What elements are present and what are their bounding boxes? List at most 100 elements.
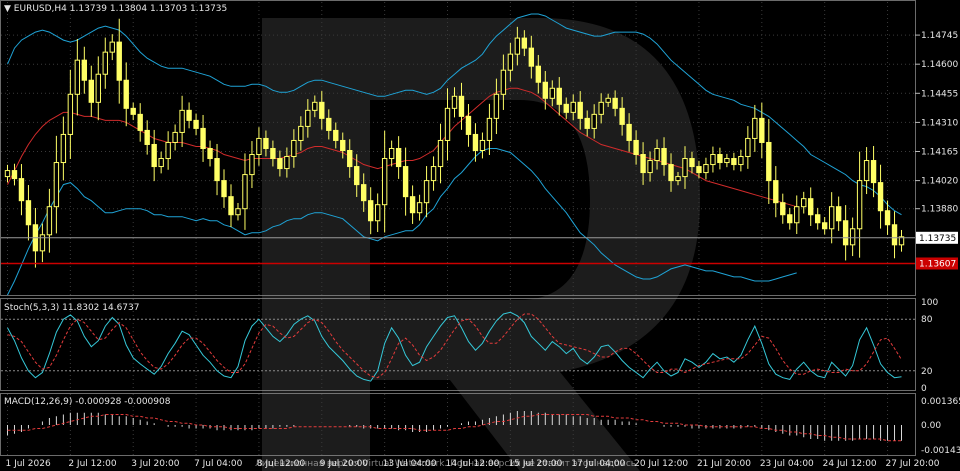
candle-body (577, 101, 583, 119)
candle-body (514, 37, 521, 55)
candle-body (738, 156, 744, 166)
macd-axis-label: 0.001365 (921, 397, 960, 407)
candle-body (109, 41, 115, 53)
time-axis-label: 20 Jul 12:00 (634, 459, 688, 469)
watermark-text: Лицензионная версия Virtual Watermark. П… (255, 459, 636, 469)
symbol-header: ▼ EURUSD,H4 1.13739 1.13804 1.13703 1.13… (4, 4, 227, 14)
candle-body (242, 174, 248, 210)
candle-body (53, 162, 60, 208)
candle-body (877, 182, 884, 212)
candle-body (612, 97, 618, 109)
time-axis-label: 2 Jul 12:00 (68, 459, 117, 469)
candle-body (165, 141, 171, 160)
candle-body (856, 180, 863, 230)
candle-body (11, 170, 18, 180)
candle-body (130, 107, 136, 115)
time-axis-label: 3 Jul 20:00 (131, 459, 180, 469)
candle-body (263, 137, 269, 149)
candle-body (214, 158, 220, 182)
symbol-icon: ▼ (4, 4, 14, 14)
candle-body (151, 143, 157, 168)
candle-body (402, 166, 409, 198)
candle-body (221, 180, 227, 198)
time-axis-label: 21 Jul 20:00 (697, 459, 751, 469)
candle-body (326, 117, 332, 131)
candle-body (172, 131, 178, 143)
candle-body (794, 206, 800, 224)
candle-body (563, 103, 569, 113)
price-axis-label: 1.14165 (921, 148, 958, 158)
candle-body (884, 210, 891, 226)
candle-body (787, 214, 793, 224)
candle-body (542, 81, 548, 99)
candle-body (821, 222, 828, 230)
candle-body (374, 204, 381, 222)
candle-body (312, 101, 318, 111)
macd-signal-line (7, 414, 902, 442)
time-axis-label: 7 Jul 04:00 (194, 459, 243, 469)
time-axis-label: 1 Jul 2026 (5, 459, 50, 469)
candle-body (682, 158, 688, 178)
candle-body (849, 228, 856, 246)
candle-body (815, 214, 821, 224)
candle-body (74, 59, 81, 95)
candle-body (801, 198, 807, 208)
candle-body (626, 123, 632, 141)
candle-body (703, 164, 709, 174)
trading-chart-window[interactable]: 1.14745 1.14600 1.14455 1.14310 1.14165 1.140… (0, 0, 960, 471)
candle-body (88, 79, 94, 103)
price-axis-label: 1.14745 (921, 31, 958, 41)
candle-body (116, 41, 122, 81)
candle-body (619, 107, 625, 125)
candle-body (340, 139, 346, 151)
candle-body (773, 180, 779, 204)
candle-body (81, 59, 88, 81)
price-axis-label: 1.14310 (921, 118, 958, 128)
macd-series-layer (6, 411, 903, 442)
candle-body (696, 166, 702, 174)
stoch-header: Stoch(5,3,3) 11.8302 14.6737 (4, 303, 139, 313)
price-axis-label: 1.14020 (921, 177, 958, 187)
candle-body (835, 206, 842, 222)
candle-body (472, 133, 479, 151)
candle-body (570, 101, 576, 113)
candle-body (60, 133, 67, 164)
candle-body (808, 198, 814, 216)
candle-body (228, 196, 234, 216)
candle-body (863, 160, 870, 182)
candle-body (123, 79, 129, 109)
candle-body (409, 196, 416, 214)
candle-body (361, 184, 367, 202)
candle-body (493, 93, 500, 119)
macd-axis-label: 0.00 (921, 421, 941, 431)
candle-body (284, 156, 290, 170)
candle-body (179, 109, 185, 133)
candle-body (640, 154, 646, 174)
candle-body (4, 170, 11, 178)
candle-body (46, 206, 53, 236)
candle-body (319, 101, 325, 119)
candle-body (710, 154, 716, 166)
price-axis-label: 1.14600 (921, 60, 958, 70)
candle-body (647, 160, 653, 174)
candle-body (521, 37, 528, 49)
symbol-label: EURUSD,H4 (14, 4, 67, 14)
chart-canvas[interactable]: 1.14745 1.14600 1.14455 1.14310 1.14165 1.140… (0, 0, 960, 471)
candle-body (416, 202, 423, 214)
candle-body (633, 139, 639, 156)
candle-body (598, 101, 604, 115)
stoch-axis-label: 80 (921, 315, 933, 325)
candle-body (556, 87, 562, 105)
stoch-axis-label: 0 (921, 384, 927, 394)
candle-body (437, 139, 444, 168)
candle-body (458, 95, 465, 117)
price-axis-label: 1.13880 (921, 205, 958, 215)
candle-body (423, 180, 430, 204)
candle-body (661, 147, 667, 166)
candle-body (395, 147, 402, 168)
candle-body (430, 166, 437, 182)
candle-body (535, 65, 542, 83)
candle-body (668, 164, 674, 182)
candle-body (549, 87, 555, 99)
candle-body (451, 95, 458, 109)
